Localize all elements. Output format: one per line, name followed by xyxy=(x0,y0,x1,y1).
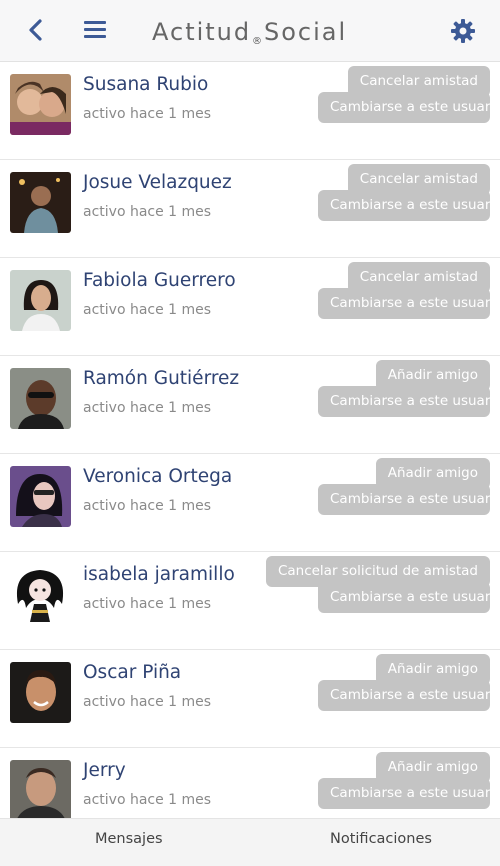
switch-user-button[interactable]: Cambiarse a este usuario xyxy=(318,484,500,515)
user-name[interactable]: Oscar Piña xyxy=(83,662,181,683)
user-name[interactable]: Jerry xyxy=(83,760,126,781)
user-status: activo hace 1 mes xyxy=(83,106,212,122)
user-list: Susana Rubio activo hace 1 mes Cancelar … xyxy=(0,62,500,818)
avatar[interactable] xyxy=(10,368,71,429)
switch-user-button[interactable]: Cambiarse a este usuario xyxy=(318,680,500,711)
logo-registered-mark: ® xyxy=(252,36,262,47)
tab-mensajes[interactable]: Mensajes xyxy=(95,831,163,847)
list-item: Fabiola Guerrero activo hace 1 mes Cance… xyxy=(0,258,500,356)
tab-notificaciones[interactable]: Notificaciones xyxy=(330,831,432,847)
avatar[interactable] xyxy=(10,466,71,527)
switch-user-button[interactable]: Cambiarse a este usuario xyxy=(318,582,500,613)
bottom-nav: Mensajes Notificaciones xyxy=(0,818,500,866)
avatar[interactable] xyxy=(10,172,71,233)
user-status: activo hace 1 mes xyxy=(83,204,212,220)
user-status: activo hace 1 mes xyxy=(83,792,212,808)
list-item: Jerry activo hace 1 mes Añadir amigo Cam… xyxy=(0,748,500,818)
user-name[interactable]: Ramón Gutiérrez xyxy=(83,368,239,389)
gear-icon[interactable] xyxy=(448,16,478,46)
list-item: Susana Rubio activo hace 1 mes Cancelar … xyxy=(0,62,500,160)
list-item: Veronica Ortega activo hace 1 mes Añadir… xyxy=(0,454,500,552)
avatar[interactable] xyxy=(10,760,71,818)
user-name[interactable]: Susana Rubio xyxy=(83,74,208,95)
avatar[interactable] xyxy=(10,270,71,331)
switch-user-button[interactable]: Cambiarse a este usuario xyxy=(318,778,500,809)
app-logo: Actitud ® Social xyxy=(152,12,352,52)
user-name[interactable]: Fabiola Guerrero xyxy=(83,270,236,291)
user-status: activo hace 1 mes xyxy=(83,302,212,318)
switch-user-button[interactable]: Cambiarse a este usuario xyxy=(318,92,500,123)
hamburger-menu-icon[interactable] xyxy=(82,16,110,44)
user-status: activo hace 1 mes xyxy=(83,498,212,514)
user-name[interactable]: isabela jaramillo xyxy=(83,564,235,585)
user-status: activo hace 1 mes xyxy=(83,694,212,710)
top-bar: Actitud ® Social xyxy=(0,0,500,62)
list-item: Oscar Piña activo hace 1 mes Añadir amig… xyxy=(0,650,500,748)
list-item: isabela jaramillo activo hace 1 mes Canc… xyxy=(0,552,500,650)
user-name[interactable]: Veronica Ortega xyxy=(83,466,232,487)
switch-user-button[interactable]: Cambiarse a este usuario xyxy=(318,288,500,319)
avatar[interactable] xyxy=(10,662,71,723)
chevron-left-icon[interactable] xyxy=(22,16,50,44)
list-item: Ramón Gutiérrez activo hace 1 mes Añadir… xyxy=(0,356,500,454)
logo-word-actitud: Actitud xyxy=(152,18,252,46)
user-name[interactable]: Josue Velazquez xyxy=(83,172,232,193)
switch-user-button[interactable]: Cambiarse a este usuario xyxy=(318,386,500,417)
list-item: Josue Velazquez activo hace 1 mes Cancel… xyxy=(0,160,500,258)
avatar[interactable] xyxy=(10,564,71,625)
user-status: activo hace 1 mes xyxy=(83,400,212,416)
switch-user-button[interactable]: Cambiarse a este usuario xyxy=(318,190,500,221)
avatar[interactable] xyxy=(10,74,71,135)
user-status: activo hace 1 mes xyxy=(83,596,212,612)
logo-word-social: Social xyxy=(264,18,348,46)
